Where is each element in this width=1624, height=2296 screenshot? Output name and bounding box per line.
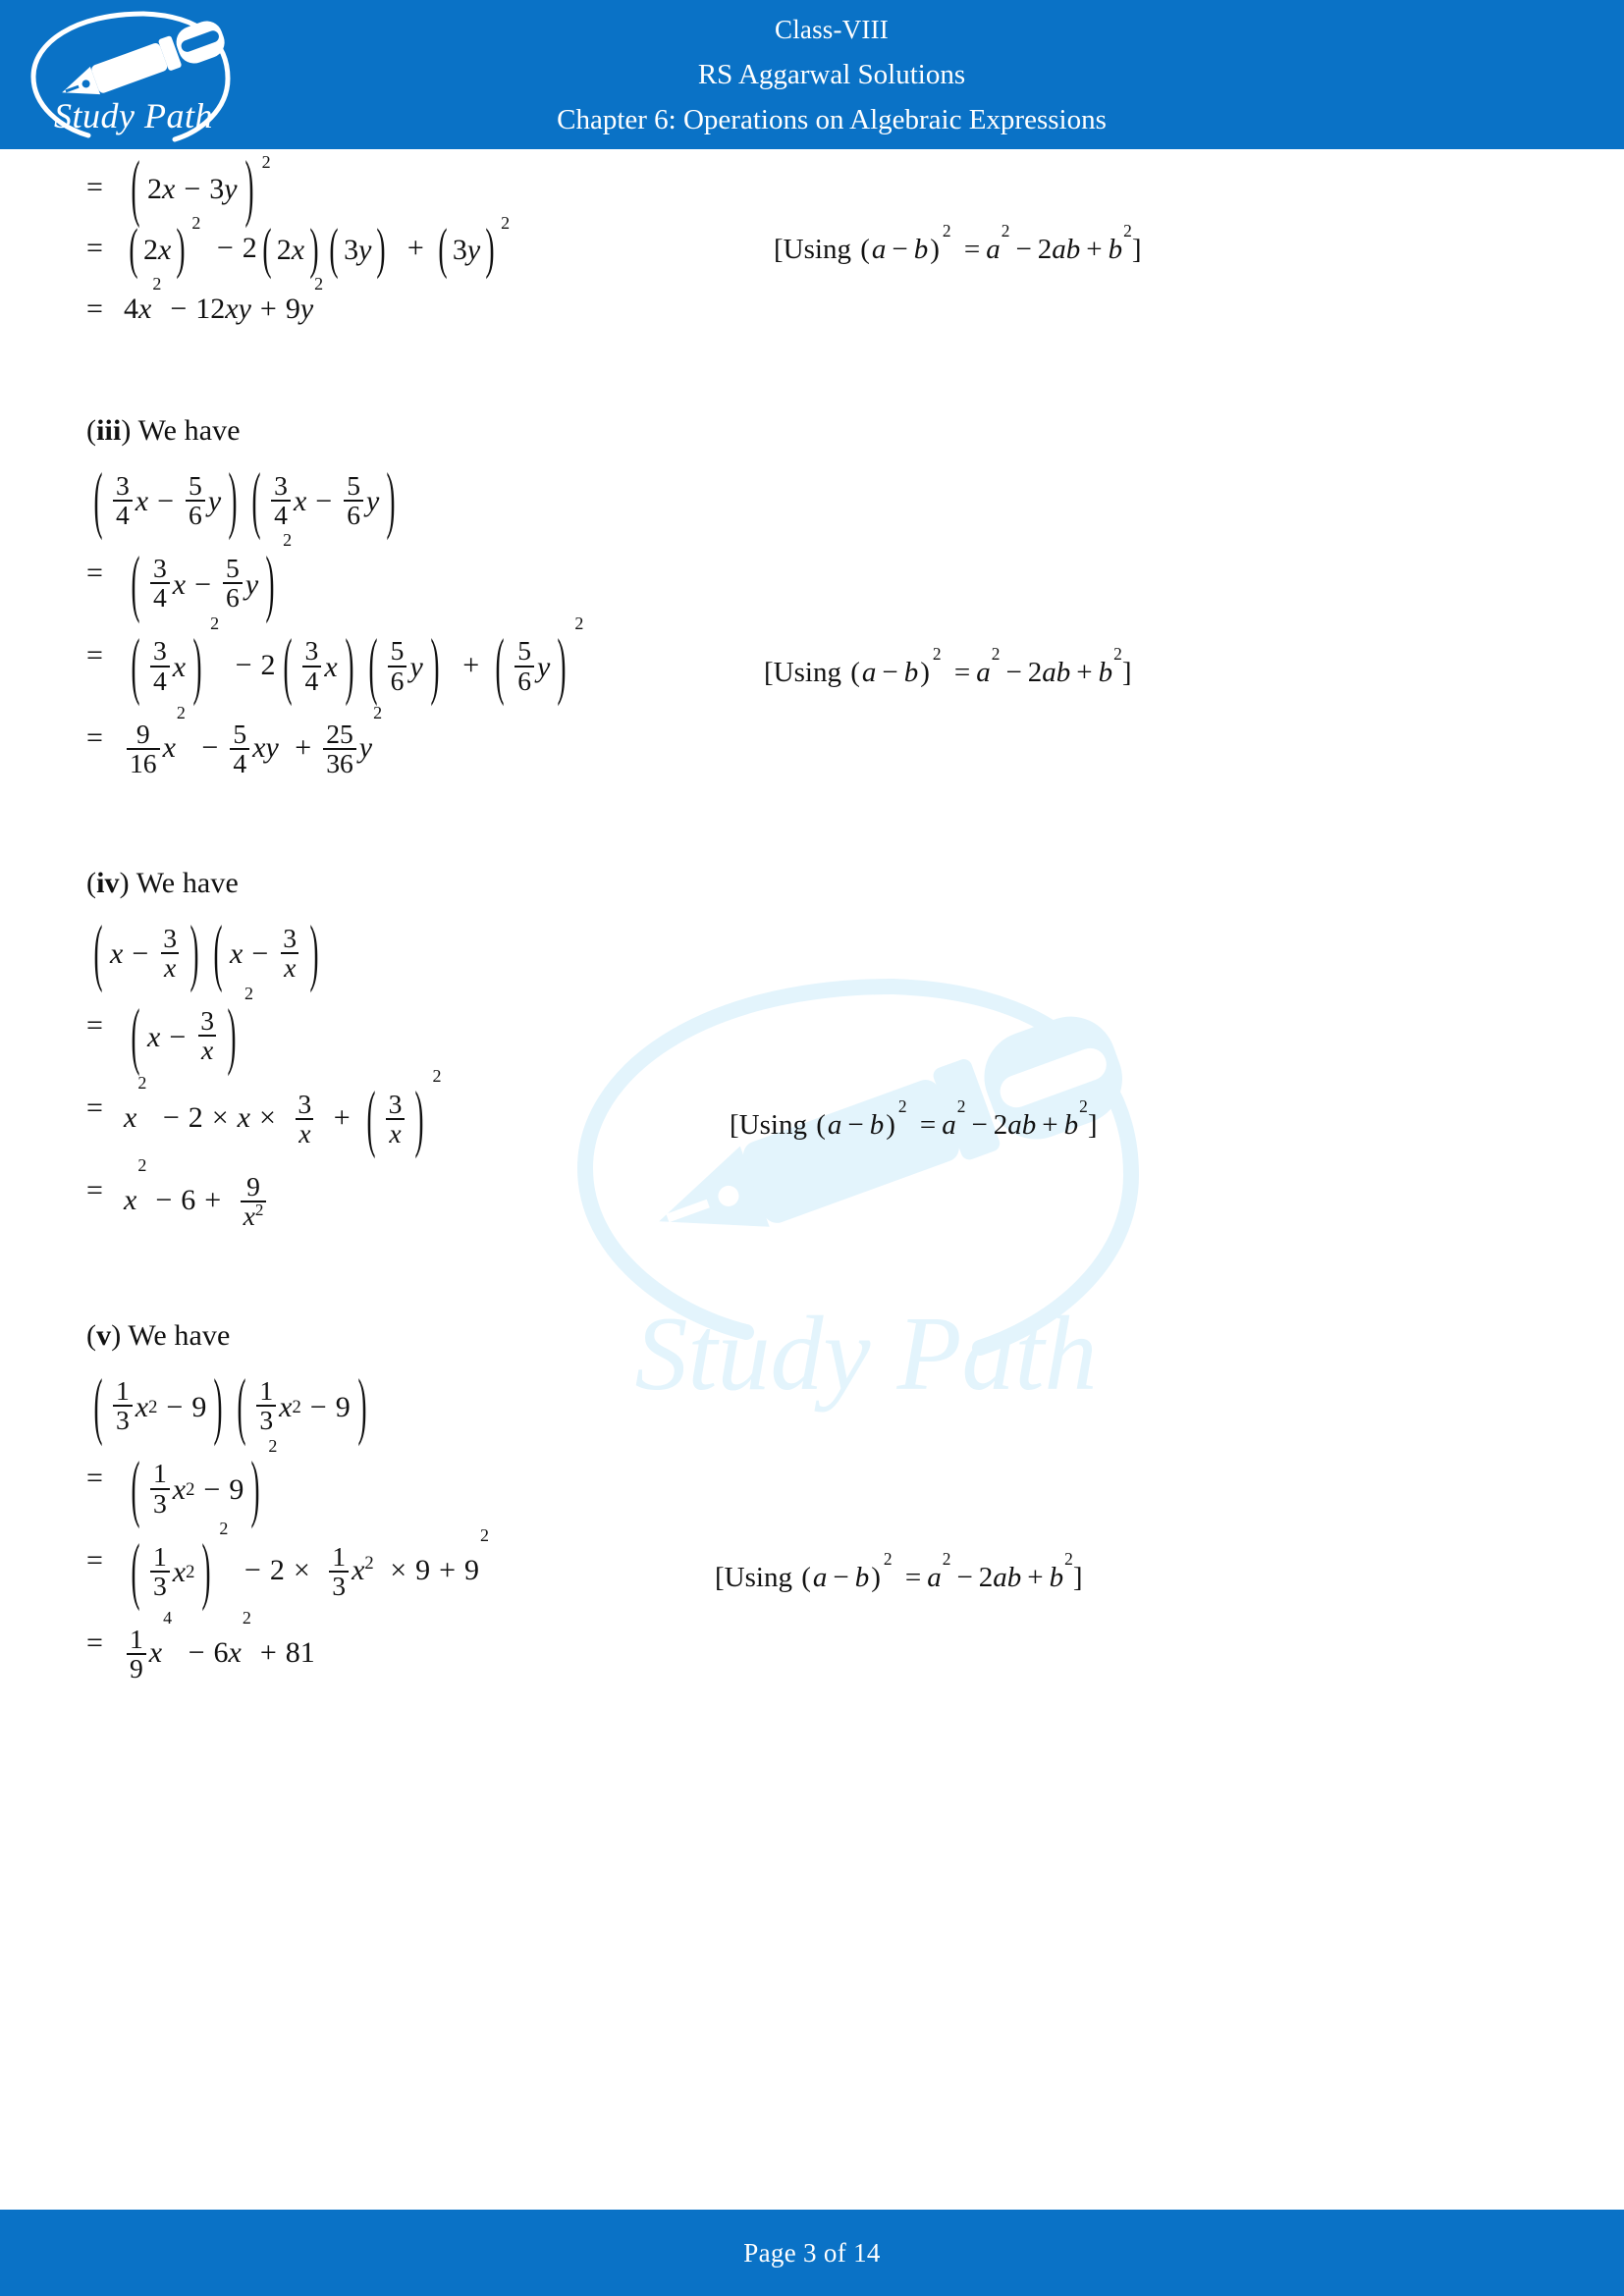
expression: 9 16 x2 −5 4 xy +25 36 y2 xyxy=(124,703,382,778)
page-footer: Page 3 of 14 xyxy=(0,2210,1624,2296)
solution-content: = ( 2 x −3 y ) 2 = (2 x) 2 −2(2 x)(3 y) +(3 y) 2 [… xyxy=(0,146,1624,1684)
expression: 1 9 x4 −6x2+ 81 xyxy=(124,1608,315,1683)
equation-line: ( 34x − 56y )( 34x − 56y ) xyxy=(86,459,1555,543)
page-header: Study Path Class-VIII RS Aggarwal Soluti… xyxy=(0,0,1624,149)
expression: ( 13x2 −9 )( 13x2 −9 ) xyxy=(93,1364,367,1448)
page-prefix: Page xyxy=(743,2237,796,2268)
equals-sign: = xyxy=(86,1008,103,1041)
chapter-title: Chapter 6: Operations on Algebraic Expre… xyxy=(557,103,1107,135)
equation-line: = 1 9 x4 −6x2+ 81 xyxy=(86,1608,1555,1683)
equation-line: = ( 13x2 ) 2 −2 × 1 3 x2 × 9 +92 [Using (a − b) 2… xyxy=(86,1518,1555,1613)
part-label-v: (v) We have xyxy=(86,1319,231,1353)
page-total: 14 xyxy=(853,2237,881,2268)
equals-sign: = xyxy=(86,293,103,326)
equals-sign: = xyxy=(86,232,103,265)
we-have-text: We have xyxy=(135,867,239,900)
identity-note: [Using (a − b) 2 = a2− 2ab + b2] xyxy=(715,1548,1083,1594)
expression: x2 −2 × x × 3x +( 3x ) 2 xyxy=(124,1065,442,1160)
expression: ( 34x − 56y ) 2 xyxy=(131,530,293,625)
solution-block-part-v: (v) We have ( 13x2 −9 )( 13x2 −9 ) = (1… xyxy=(86,1319,1555,1683)
equation-line: = (2 x) 2 −2(2 x)(3 y) +(3 y) 2 [Using (a − b) 2 … xyxy=(86,213,1555,281)
equation-line: ( 13x2 −9 )( 13x2 −9 ) xyxy=(86,1364,1555,1448)
roman-numeral: iv xyxy=(96,867,120,900)
equals-sign: = xyxy=(86,1174,103,1207)
equation-line: ( x − 3x )( x − 3x ) xyxy=(86,912,1555,995)
roman-numeral: iii xyxy=(96,414,122,448)
identity-note: [Using (a − b) 2 = a2− 2ab + b2] xyxy=(730,1095,1098,1141)
equals-sign: = xyxy=(86,556,103,589)
equation-line: = x2 −2 × x × 3x +( 3x ) 2 [Using (a − b) 2 = a2… xyxy=(86,1065,1555,1160)
equals-sign: = xyxy=(86,1091,103,1124)
expression: ( x − 3x )( x − 3x ) xyxy=(93,912,319,995)
roman-numeral: v xyxy=(96,1319,112,1353)
part-label-iii: (iii) We have xyxy=(86,414,241,448)
page-number: Page 3 of 14 xyxy=(743,2238,880,2269)
equals-sign: = xyxy=(86,638,103,671)
study-path-logo: Study Path xyxy=(18,4,253,149)
equation-line: = ( 34x ) 2 −2( 34x )( 56y ) +( 56y ) 2 [U… xyxy=(86,613,1555,708)
expression: ( 34x ) 2 −2( 34x )( 56y ) +( 56y ) 2 xyxy=(131,613,584,708)
equation-line: = ( x − 3x ) 2 xyxy=(86,983,1555,1078)
equation-line: = ( 13x2 −9 ) 2 xyxy=(86,1435,1555,1530)
solution-block-part-ii-tail: = ( 2 x −3 y ) 2 = (2 x) 2 −2(2 x)(3 y) +(3 y) 2 [… xyxy=(86,146,1555,326)
equals-sign: = xyxy=(86,1544,103,1577)
expression: 4x2− 12xy +9y2 xyxy=(124,274,324,326)
equation-line: = ( 2 x −3 y ) 2 xyxy=(86,146,1555,230)
solution-block-part-iii: (iii) We have ( 34x − 56y )( 34x − 56y ) xyxy=(86,414,1555,778)
equation-line: = x2− 6 + 9 x2 xyxy=(86,1155,1555,1231)
book-title: RS Aggarwal Solutions xyxy=(697,58,966,90)
identity-note: [Using (a − b) 2 = a2− 2ab + b2] xyxy=(774,221,1142,266)
part-label-iv: (iv) We have xyxy=(86,867,239,900)
page-current: 3 xyxy=(803,2237,817,2268)
equals-sign: = xyxy=(86,1461,103,1494)
identity-note: [Using (a − b) 2 = a2− 2ab + b2] xyxy=(764,643,1132,688)
equation-line: = 9 16 x2 −5 4 xy +25 36 y2 xyxy=(86,703,1555,778)
we-have-text: We have xyxy=(128,1319,231,1353)
svg-text:Study Path: Study Path xyxy=(54,96,213,135)
class-label: Class-VIII xyxy=(775,14,889,44)
expression: x2− 6 + 9 x2 xyxy=(124,1155,269,1231)
equals-sign: = xyxy=(86,171,103,203)
document-page: Study Path Class-VIII RS Aggarwal Soluti… xyxy=(0,0,1624,2296)
solution-block-part-iv: (iv) We have ( x − 3x )( x − 3x ) = (x … xyxy=(86,867,1555,1231)
equation-line: = ( 34x − 56y ) 2 xyxy=(86,530,1555,625)
equals-sign: = xyxy=(86,1627,103,1660)
expression: ( x − 3x ) 2 xyxy=(131,983,254,1078)
equation-line: = 4x2− 12xy +9y2 xyxy=(86,274,1555,326)
equals-sign: = xyxy=(86,721,103,755)
expression: (2 x) 2 −2(2 x)(3 y) +(3 y) 2 xyxy=(129,213,511,281)
expression: ( 34x − 56y )( 34x − 56y ) xyxy=(93,459,396,543)
expression: ( 13x2 −9 ) 2 xyxy=(131,1435,278,1530)
page-middle: of xyxy=(823,2237,847,2268)
expression: ( 2 x −3 y ) 2 xyxy=(131,146,271,230)
expression: ( 13x2 ) 2 −2 × 1 3 x2 × 9 +92 xyxy=(131,1518,490,1613)
we-have-text: We have xyxy=(137,414,241,448)
